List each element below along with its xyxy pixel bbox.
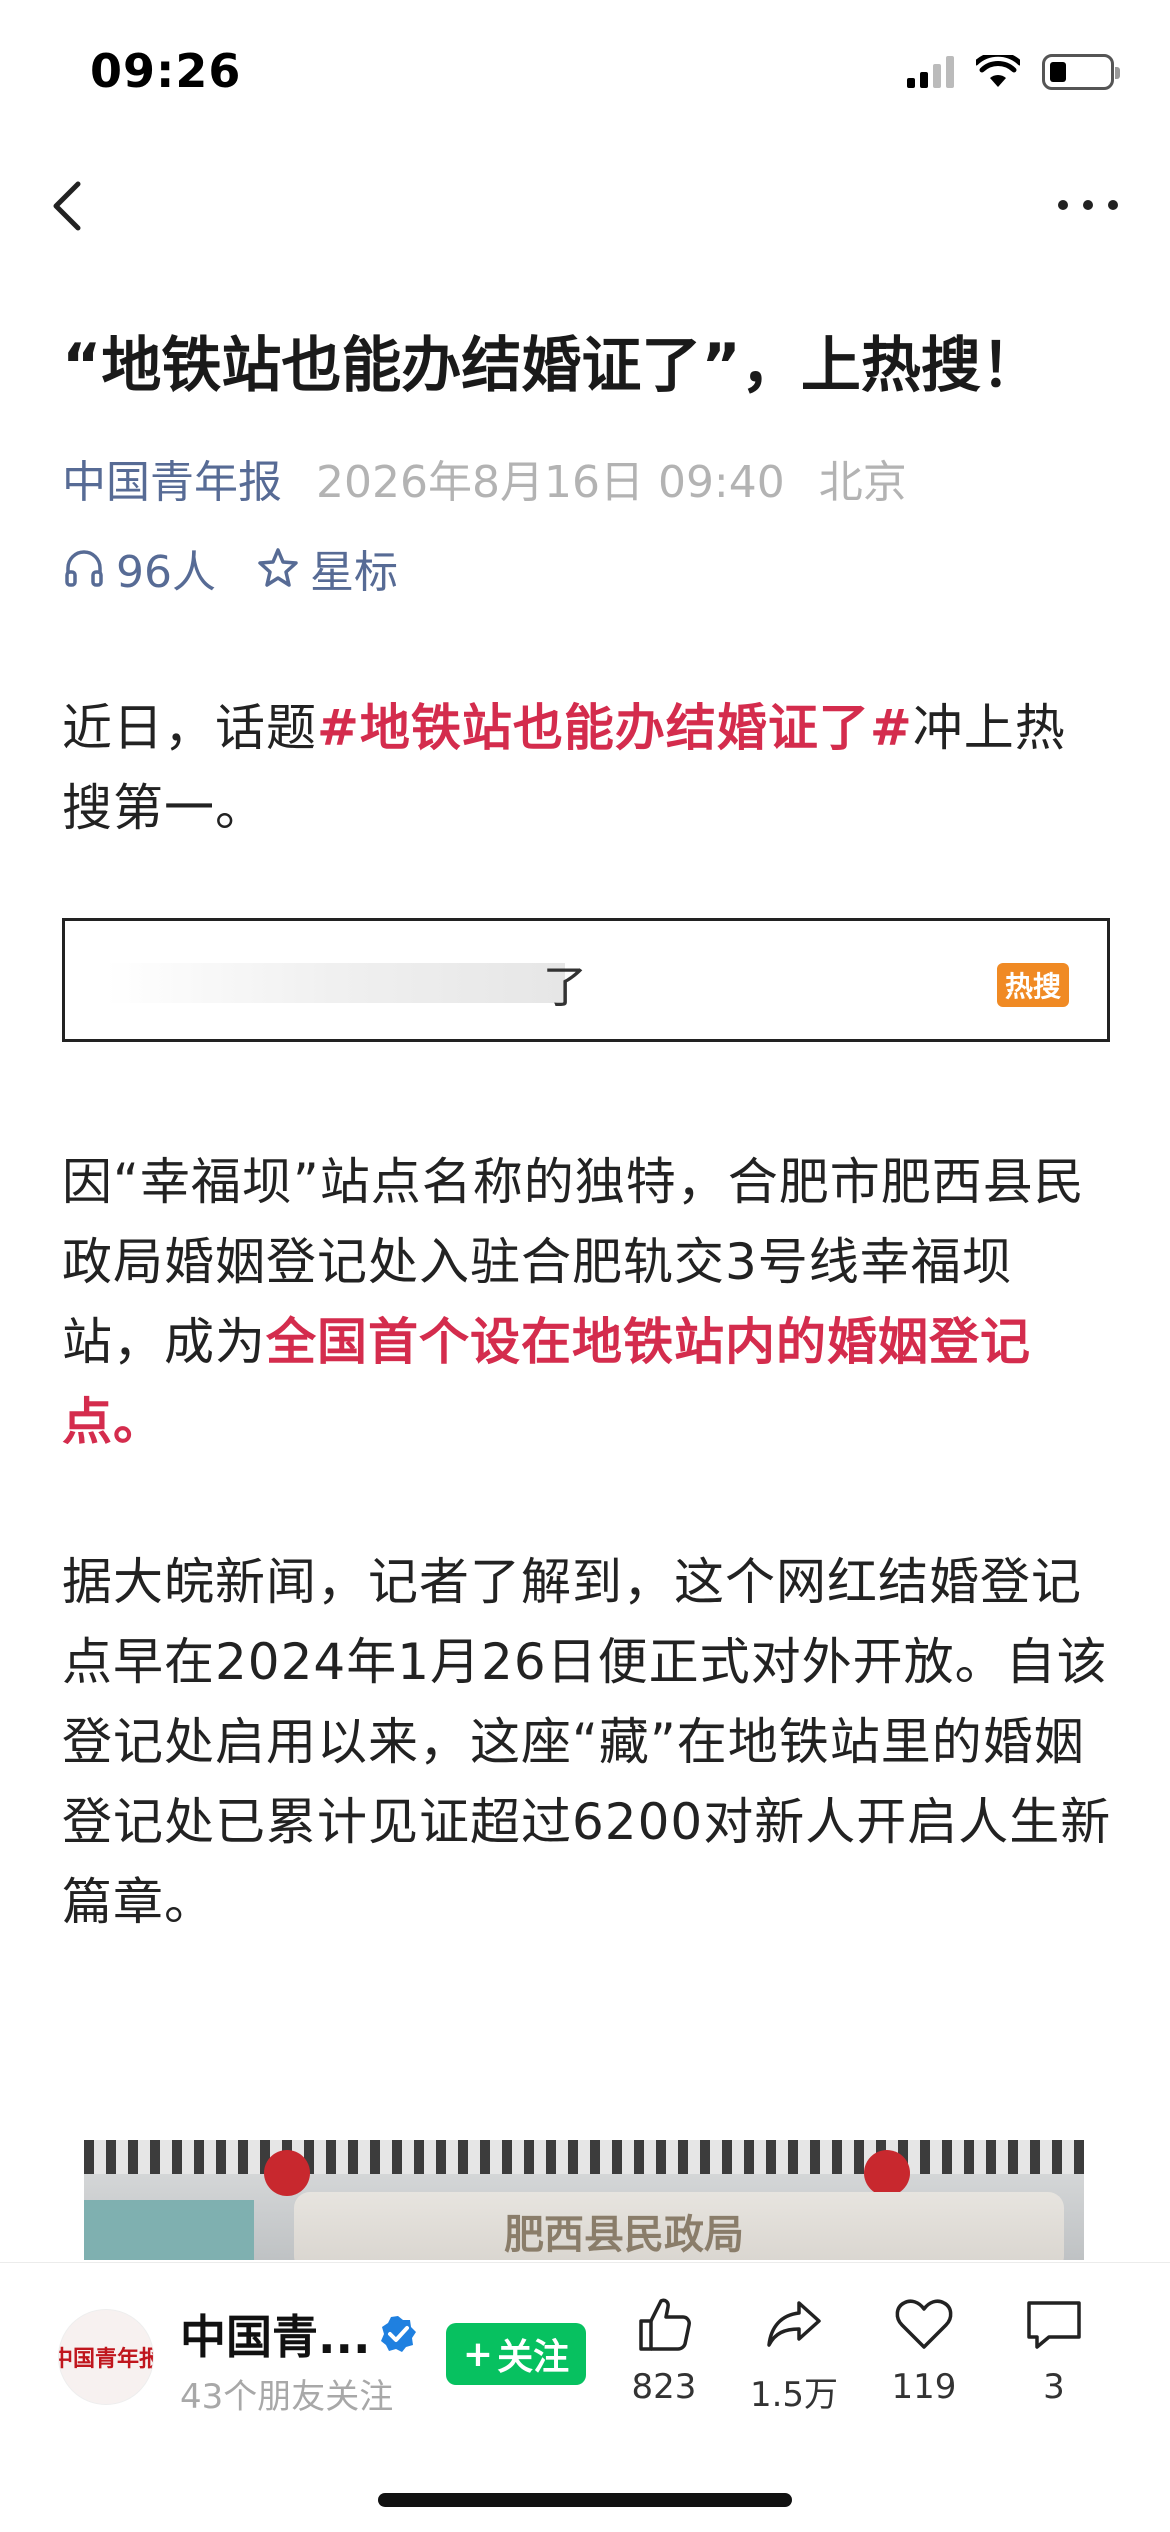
bottom-action-bar: 中国青年报 中国青... 43个朋友关注 + 关注 823 1.5万 119 (0, 2262, 1170, 2532)
source-link[interactable]: 中国青年报 (62, 446, 282, 510)
photo-ceiling-lights (84, 2140, 1084, 2174)
like-count: 823 (631, 2367, 697, 2407)
article: “地铁站也能办结婚证了”，上热搜！ 中国青年报 2026年8月16日 09:40… (62, 320, 1112, 1942)
blurred-text (105, 963, 565, 1003)
home-indicator[interactable] (378, 2493, 792, 2507)
paragraph-1-text: 近日，话题 (62, 699, 317, 757)
star-icon (258, 548, 298, 587)
star-label: 星标 (310, 547, 398, 598)
favorite-count: 119 (891, 2367, 957, 2407)
star-button[interactable]: 星标 (256, 536, 398, 600)
avatar-logo-text: 中国青年报 (59, 2346, 153, 2372)
article-meta-actions: 96人 星标 (62, 538, 1112, 598)
lantern-right (864, 2150, 910, 2196)
cellular-signal-icon (907, 56, 954, 88)
account-avatar[interactable]: 中国青年报 (58, 2309, 154, 2405)
wifi-icon (976, 55, 1020, 87)
like-button[interactable]: 823 (604, 2293, 724, 2407)
comment-count: 3 (1043, 2367, 1065, 2407)
topic-hashtag-link[interactable]: #地铁站也能办结婚证了# (317, 699, 913, 757)
article-photo[interactable]: 肥西县民政局 (84, 2140, 1084, 2260)
share-arrow-icon (767, 2301, 821, 2347)
publish-location: 北京 (818, 457, 907, 508)
status-bar: 09:26 (0, 0, 1170, 150)
share-count: 1.5万 (749, 2375, 839, 2415)
comment-button[interactable]: 3 (994, 2293, 1114, 2407)
photo-sign-text: 肥西县民政局 (504, 2212, 744, 2258)
hot-search-text: 了 (543, 962, 587, 1013)
article-title: “地铁站也能办结婚证了”，上热搜！ (62, 331, 1041, 401)
follow-button[interactable]: + 关注 (446, 2323, 586, 2385)
publish-date: 2026年8月16日 09:40 (316, 457, 785, 508)
photo-wall (84, 2200, 254, 2260)
paragraph-1: 近日，话题#地铁站也能办结婚证了#冲上热搜第一。 (62, 688, 1112, 848)
lantern-left (264, 2150, 310, 2196)
status-icons (907, 54, 1120, 90)
listener-count: 96人 (116, 547, 216, 598)
favorite-button[interactable]: 119 (864, 2293, 984, 2407)
plus-icon: + (462, 2333, 494, 2375)
comment-bubble-icon (1027, 2301, 1081, 2349)
more-options-icon[interactable] (1058, 190, 1118, 220)
battery-icon (1042, 54, 1120, 90)
hot-search-screenshot: 了 热搜 (62, 918, 1110, 1042)
friends-following-count: 43个朋友关注 (180, 2377, 394, 2417)
back-arrow-icon[interactable] (44, 178, 94, 234)
paragraph-2: 因“幸福坝”站点名称的独特，合肥市肥西县民政局婚姻登记处入驻合肥轨交3号线幸福坝… (62, 1142, 1112, 1462)
hot-search-badge: 热搜 (996, 963, 1069, 1007)
account-name-text: 中国青... (180, 2310, 371, 2364)
article-meta: 中国青年报 2026年8月16日 09:40 北京 (62, 448, 1112, 508)
share-button[interactable]: 1.5万 (734, 2293, 854, 2416)
paragraph-3: 据大皖新闻，记者了解到，这个网红结婚登记点早在2024年1月26日便正式对外开放… (62, 1553, 1112, 1931)
verified-badge-icon (381, 2316, 417, 2352)
thumbs-up-icon (639, 2298, 691, 2351)
status-time: 09:26 (90, 44, 242, 98)
nav-bar (0, 150, 1170, 260)
account-name[interactable]: 中国青... (180, 2301, 418, 2367)
follow-label: 关注 (497, 2337, 570, 2378)
headphones-icon (65, 550, 103, 587)
heart-icon (895, 2299, 953, 2349)
listen-button[interactable]: 96人 (62, 536, 216, 600)
